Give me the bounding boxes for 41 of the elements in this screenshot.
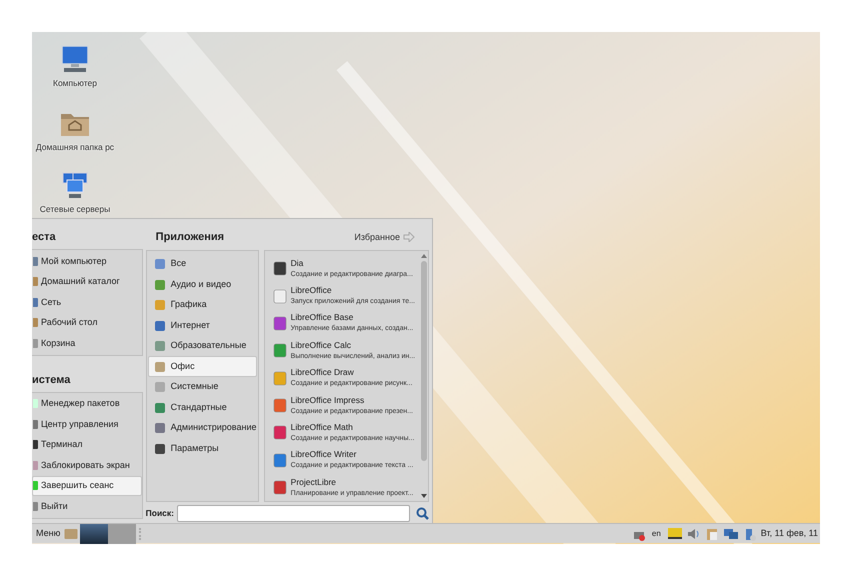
app-name: LibreOffice Math: [290, 422, 354, 433]
menu-button[interactable]: Меню: [36, 526, 60, 540]
places-item[interactable]: Сеть: [32, 292, 142, 312]
section-title: истема: [32, 372, 72, 388]
category-item[interactable]: Все: [148, 254, 257, 274]
app-name: LibreOffice Base: [290, 312, 354, 324]
category-item[interactable]: Аудио и видео: [148, 274, 257, 295]
desktop-icon-label[interactable]: Сетевые серверы: [40, 203, 110, 216]
clock[interactable]: Вт, 11 фев, 11: [760, 526, 818, 540]
app-name: LibreOffice Calc: [290, 340, 352, 351]
app-name: ProjectLibre: [290, 476, 338, 488]
search-label: Поиск:: [146, 507, 174, 520]
favorites-link[interactable]: Избранное: [354, 230, 415, 244]
section-title: Приложения: [156, 230, 224, 246]
category-item[interactable]: Администрирование: [148, 418, 257, 438]
system-item[interactable]: Завершить сеанс: [32, 476, 142, 496]
app-name: LibreOffice: [290, 285, 333, 296]
system-item[interactable]: Центр управления: [32, 414, 142, 434]
system-item[interactable]: Менеджер пакетов: [32, 394, 142, 414]
places-item[interactable]: Мой компьютер: [32, 251, 142, 272]
places-item[interactable]: Рабочий стол: [32, 312, 142, 333]
system-item[interactable]: Выйти: [32, 496, 142, 516]
places-item[interactable]: Корзина: [32, 333, 142, 354]
category-item[interactable]: Образовательные: [148, 336, 257, 356]
system-item[interactable]: Терминал: [32, 434, 142, 455]
section-title: еста: [32, 230, 57, 245]
category-item[interactable]: Офис: [148, 356, 257, 377]
desktop-icon-label[interactable]: Компьютер: [53, 77, 97, 90]
system-item[interactable]: Заблокировать экран: [32, 455, 142, 476]
places-item[interactable]: Домашний каталог: [32, 272, 142, 292]
category-item[interactable]: Стандартные: [148, 397, 257, 418]
app-name: LibreOffice Writer: [290, 449, 358, 460]
category-item[interactable]: Интернет: [148, 315, 257, 336]
app-name: Dia: [290, 258, 304, 269]
app-name: LibreOffice Impress: [290, 394, 366, 406]
category-item[interactable]: Графика: [148, 294, 257, 316]
language-indicator[interactable]: en: [652, 528, 661, 540]
app-name: LibreOffice Draw: [290, 367, 355, 378]
category-item[interactable]: Системные: [148, 376, 257, 398]
desktop-icon-label[interactable]: Домашняя папка pc: [36, 141, 114, 154]
category-item[interactable]: Параметры: [148, 438, 257, 459]
